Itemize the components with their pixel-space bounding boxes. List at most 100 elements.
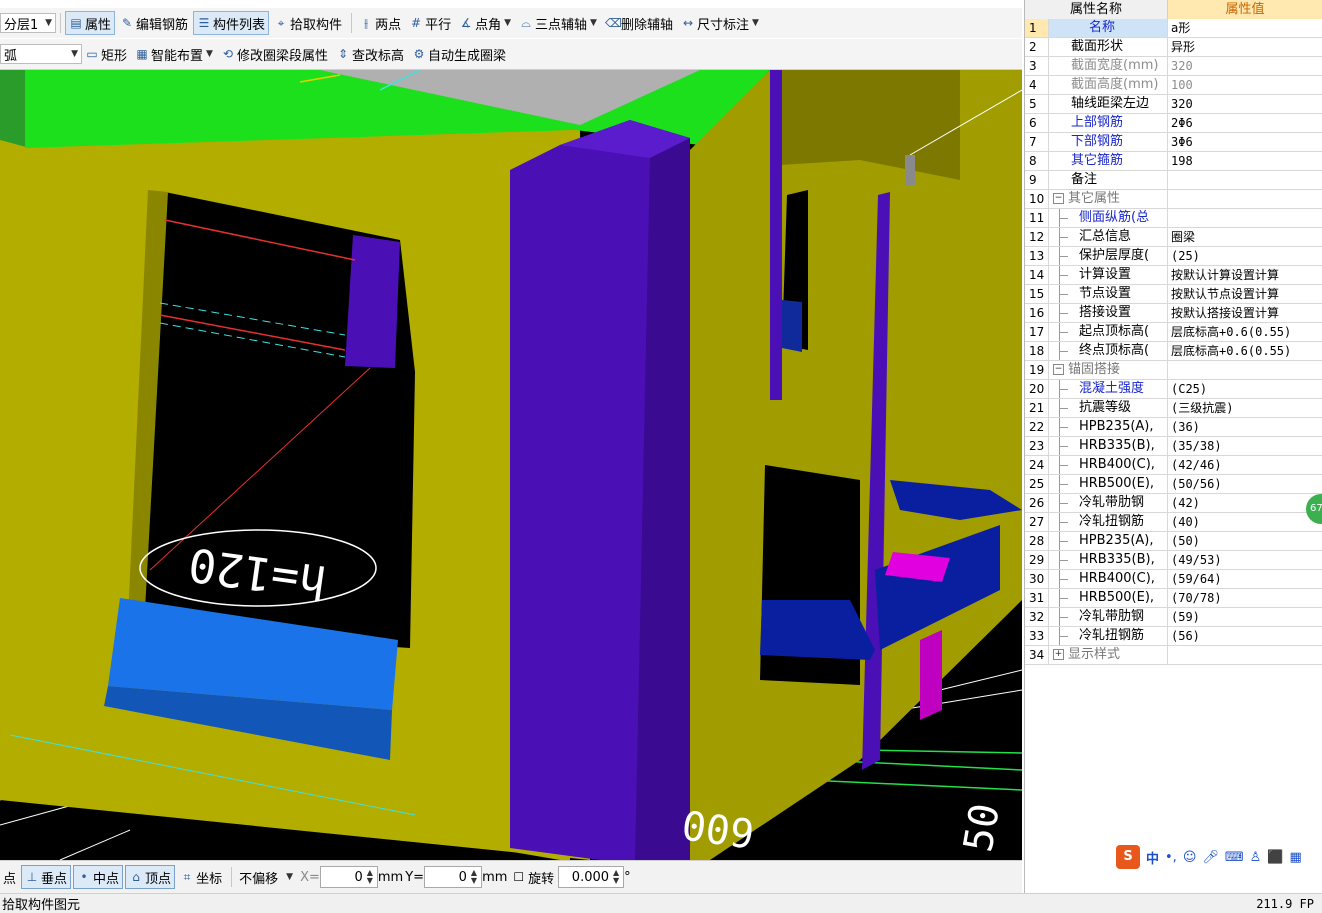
property-row[interactable]: 30 HRB400(C), (59/64): [1025, 570, 1322, 589]
auto-generate-button[interactable]: ⚙ 自动生成圈梁: [409, 42, 509, 66]
two-points-button[interactable]: ⫲ 两点: [356, 11, 404, 35]
property-row[interactable]: 7 下部钢筋 3Φ6: [1025, 133, 1322, 152]
property-row[interactable]: 14 计算设置 按默认计算设置计算: [1025, 266, 1322, 285]
property-value[interactable]: (C25): [1168, 380, 1322, 398]
property-value[interactable]: 按默认搭接设置计算: [1168, 304, 1322, 322]
snap-perpendicular-toggle[interactable]: ⊥ 垂点: [21, 865, 72, 889]
property-value[interactable]: 198: [1168, 152, 1322, 170]
property-row[interactable]: 27 冷轧扭钢筋 (40): [1025, 513, 1322, 532]
delete-axis-button[interactable]: ⌫ 删除辅轴: [602, 11, 676, 35]
3d-scene[interactable]: h=120 600 50: [0, 70, 1022, 860]
property-row[interactable]: 11 侧面纵筋(总: [1025, 209, 1322, 228]
floor-select[interactable]: 分层1 ▼: [0, 13, 56, 33]
property-row[interactable]: 18 终点顶标高(层底标高+0.6(0.55): [1025, 342, 1322, 361]
property-value[interactable]: 按默认节点设置计算: [1168, 285, 1322, 303]
property-value[interactable]: 3Φ6: [1168, 133, 1322, 151]
property-row[interactable]: 10− 其它属性: [1025, 190, 1322, 209]
property-row[interactable]: 19− 锚固搭接: [1025, 361, 1322, 380]
check-elevation-button[interactable]: ⇕ 查改标高: [333, 42, 407, 66]
property-value[interactable]: 320: [1168, 95, 1322, 113]
microphone-icon[interactable]: 🎤︎: [1202, 850, 1219, 865]
property-row[interactable]: 15 节点设置 按默认节点设置计算: [1025, 285, 1322, 304]
property-value[interactable]: 层底标高+0.6(0.55): [1168, 342, 1322, 360]
property-value[interactable]: (25): [1168, 247, 1322, 265]
property-row[interactable]: 23 HRB335(B), (35/38): [1025, 437, 1322, 456]
property-row[interactable]: 16 搭接设置 按默认搭接设置计算: [1025, 304, 1322, 323]
property-row[interactable]: 22 HPB235(A), (36): [1025, 418, 1322, 437]
dimension-button[interactable]: ↔ 尺寸标注 ▼: [678, 11, 762, 35]
rotate-input[interactable]: 0.000 ▲ ▼: [558, 866, 625, 888]
snap-point-toggle[interactable]: 点: [0, 865, 19, 889]
rectangle-button[interactable]: ▭ 矩形: [82, 42, 130, 66]
property-value[interactable]: (35/38): [1168, 437, 1322, 455]
property-value[interactable]: (49/53): [1168, 551, 1322, 569]
snap-coordinate-toggle[interactable]: ⌗ 坐标: [177, 865, 225, 889]
parallel-button[interactable]: # 平行: [406, 11, 454, 35]
property-row[interactable]: 34 + 显示样式: [1025, 646, 1322, 665]
property-value[interactable]: [1168, 361, 1322, 379]
properties-button[interactable]: ▤ 属性: [65, 11, 116, 35]
property-row[interactable]: 33 冷轧扭钢筋 (56): [1025, 627, 1322, 646]
property-row[interactable]: 12 汇总信息 圈梁: [1025, 228, 1322, 247]
property-value[interactable]: a形: [1168, 19, 1322, 37]
property-value[interactable]: [1168, 171, 1322, 189]
expand-icon[interactable]: +: [1053, 649, 1064, 660]
collapse-icon[interactable]: −: [1053, 193, 1064, 204]
3d-viewport[interactable]: h=120 600 50: [0, 70, 1022, 860]
keyboard-icon[interactable]: ⌨: [1225, 850, 1244, 865]
property-row[interactable]: 1 名称 a形: [1025, 19, 1322, 38]
rotate-checkbox[interactable]: ☐: [513, 870, 524, 884]
property-value[interactable]: 圈梁: [1168, 228, 1322, 246]
property-value[interactable]: 2Φ6: [1168, 114, 1322, 132]
property-row[interactable]: 29 HRB335(B), (49/53): [1025, 551, 1322, 570]
property-row[interactable]: 32 冷轧带肋钢 (59): [1025, 608, 1322, 627]
property-value[interactable]: (50): [1168, 532, 1322, 550]
arc-mode-select[interactable]: 弧 ▼: [0, 44, 82, 64]
property-value[interactable]: [1168, 646, 1322, 664]
snap-vertex-toggle[interactable]: ⌂ 顶点: [125, 865, 176, 889]
property-value[interactable]: 320: [1168, 57, 1322, 75]
grid-icon[interactable]: ▦: [1290, 850, 1302, 865]
property-row[interactable]: 21 抗震等级 (三级抗震): [1025, 399, 1322, 418]
property-value[interactable]: (42/46): [1168, 456, 1322, 474]
property-row[interactable]: 5 轴线距梁左边 320: [1025, 95, 1322, 114]
property-row[interactable]: 25 HRB500(E), (50/56): [1025, 475, 1322, 494]
property-row[interactable]: 4 截面高度(mm) 100: [1025, 76, 1322, 95]
offset-mode-select[interactable]: 不偏移 ▼: [236, 867, 296, 887]
property-value[interactable]: (42): [1168, 494, 1322, 512]
property-value[interactable]: (36): [1168, 418, 1322, 436]
property-row[interactable]: 26 冷轧带肋钢 (42): [1025, 494, 1322, 513]
property-value[interactable]: (56): [1168, 627, 1322, 645]
pick-component-button[interactable]: ⌖ 拾取构件: [271, 11, 345, 35]
property-value[interactable]: (三级抗震): [1168, 399, 1322, 417]
property-row[interactable]: 2 截面形状 异形: [1025, 38, 1322, 57]
property-row[interactable]: 20 混凝土强度 (C25): [1025, 380, 1322, 399]
collapse-icon[interactable]: −: [1053, 364, 1064, 375]
skin-icon[interactable]: ⬛: [1267, 850, 1283, 865]
property-value[interactable]: (59/64): [1168, 570, 1322, 588]
property-value[interactable]: (70/78): [1168, 589, 1322, 607]
point-angle-button[interactable]: ∡ 点角 ▼: [456, 11, 514, 35]
edit-rebar-button[interactable]: ✎ 编辑钢筋: [117, 11, 191, 35]
property-value[interactable]: [1168, 209, 1322, 227]
property-row[interactable]: 31 HRB500(E), (70/78): [1025, 589, 1322, 608]
punctuation-icon[interactable]: •,: [1165, 850, 1177, 865]
property-value[interactable]: 异形: [1168, 38, 1322, 56]
user-icon[interactable]: ♙: [1250, 850, 1262, 865]
modify-segment-button[interactable]: ⟲ 修改圈梁段属性: [218, 42, 331, 66]
y-offset-input[interactable]: 0 ▲ ▼: [424, 866, 483, 888]
property-value[interactable]: 层底标高+0.6(0.55): [1168, 323, 1322, 341]
property-row[interactable]: 24 HRB400(C), (42/46): [1025, 456, 1322, 475]
smart-layout-button[interactable]: ▦ 智能布置 ▼: [132, 42, 216, 66]
property-row[interactable]: 17 起点顶标高(层底标高+0.6(0.55): [1025, 323, 1322, 342]
property-row[interactable]: 6 上部钢筋 2Φ6: [1025, 114, 1322, 133]
property-row[interactable]: 8 其它箍筋 198: [1025, 152, 1322, 171]
property-value[interactable]: [1168, 190, 1322, 208]
property-value[interactable]: (59): [1168, 608, 1322, 626]
property-value[interactable]: 100: [1168, 76, 1322, 94]
property-row[interactable]: 3 截面宽度(mm) 320: [1025, 57, 1322, 76]
ime-logo-icon[interactable]: S: [1116, 845, 1140, 869]
property-row[interactable]: 9 备注: [1025, 171, 1322, 190]
three-point-axis-button[interactable]: ⌓ 三点辅轴 ▼: [516, 11, 600, 35]
snap-midpoint-toggle[interactable]: • 中点: [73, 865, 124, 889]
